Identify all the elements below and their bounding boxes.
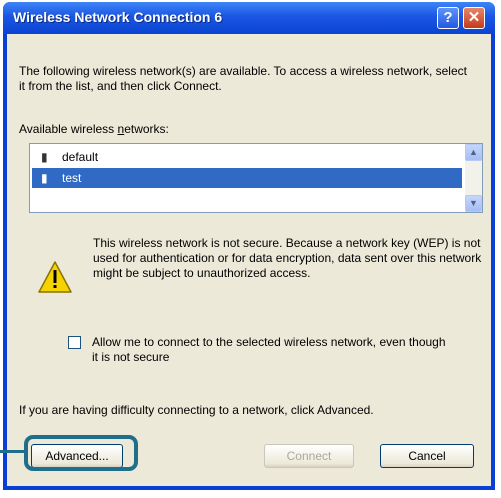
callout-highlight — [24, 435, 138, 471]
scroll-up-icon[interactable]: ▲ — [465, 144, 482, 161]
network-item-default[interactable]: ▮ default — [32, 147, 462, 167]
signal-icon: ▮ — [41, 171, 48, 185]
network-name: default — [62, 150, 99, 164]
networks-list[interactable]: ▮ default ▮ test ▲ ▼ — [29, 143, 483, 213]
dialog-window: Wireless Network Connection 6 ? ✕ The fo… — [3, 2, 495, 490]
network-name: test — [62, 171, 82, 185]
security-warning-text: This wireless network is not secure. Bec… — [93, 236, 482, 280]
network-item-test[interactable]: ▮ test — [32, 168, 462, 188]
title-bar[interactable]: Wireless Network Connection 6 ? ✕ — [3, 2, 495, 34]
list-scrollbar[interactable]: ▲ ▼ — [465, 144, 482, 212]
allow-insecure-label: Allow me to connect to the selected wire… — [92, 335, 446, 364]
window-title: Wireless Network Connection 6 — [13, 9, 223, 25]
close-button[interactable]: ✕ — [463, 7, 485, 29]
dialog-body: The following wireless network(s) are av… — [7, 34, 491, 486]
networks-label: Available wireless networks: — [19, 122, 169, 136]
signal-icon: ▮ — [41, 150, 48, 164]
allow-insecure-checkbox[interactable] — [68, 336, 81, 349]
advanced-hint-text: If you are having difficulty connecting … — [19, 403, 374, 417]
scroll-down-icon[interactable]: ▼ — [465, 195, 482, 212]
warning-icon — [38, 261, 72, 293]
callout-line — [0, 450, 24, 453]
connect-button[interactable]: Connect — [264, 444, 354, 468]
help-button[interactable]: ? — [437, 7, 459, 29]
intro-text: The following wireless network(s) are av… — [19, 64, 467, 93]
cancel-button[interactable]: Cancel — [380, 444, 474, 468]
